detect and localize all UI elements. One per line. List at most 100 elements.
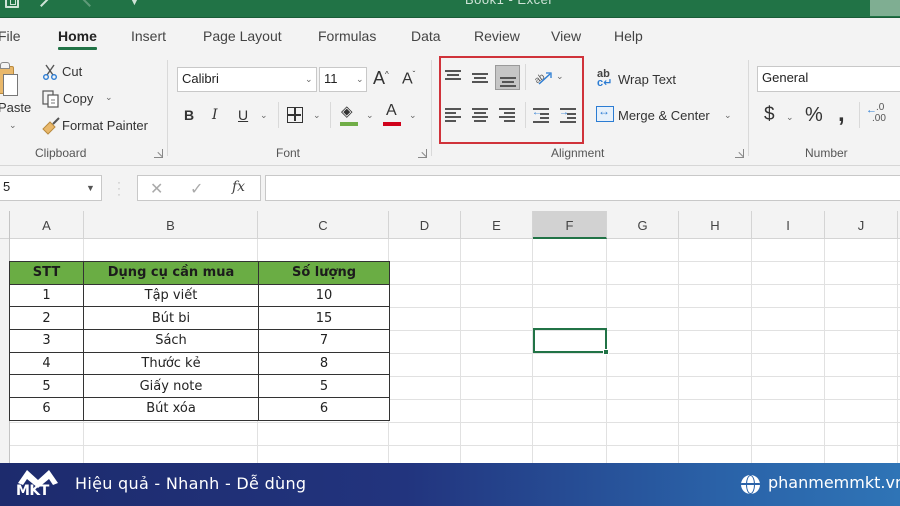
bold-button[interactable]: B	[184, 107, 194, 123]
tab-home[interactable]: Home	[58, 28, 97, 50]
column-header-a[interactable]: A	[10, 211, 84, 239]
group-divider	[431, 60, 432, 156]
orientation-icon[interactable]: ab	[533, 68, 553, 86]
font-color-dropdown-icon[interactable]: ⌄	[409, 110, 417, 121]
cell-quantity[interactable]: 15	[258, 306, 390, 331]
merge-center-button[interactable]: Merge & Center	[618, 108, 710, 123]
orientation-dropdown-icon[interactable]: ⌄	[556, 71, 564, 82]
cell-item[interactable]: Bút xóa	[83, 397, 259, 421]
merge-center-dropdown-icon[interactable]: ⌄	[724, 110, 732, 121]
select-all-corner[interactable]	[0, 211, 10, 239]
underline-button[interactable]: U	[238, 107, 248, 123]
tab-review[interactable]: Review	[474, 28, 520, 44]
column-header-c[interactable]: C	[258, 211, 389, 239]
middle-align-icon[interactable]	[469, 66, 491, 88]
tab-file[interactable]: File	[0, 28, 21, 44]
column-header-j[interactable]: J	[825, 211, 898, 239]
cell-stt[interactable]: 3	[9, 329, 84, 353]
currency-button[interactable]: $	[764, 104, 775, 126]
cell-item[interactable]: Thước kẻ	[83, 351, 259, 376]
italic-button[interactable]: I	[212, 107, 218, 123]
cancel-icon[interactable]: ✕	[150, 179, 163, 199]
ribbon-display-options-button[interactable]	[870, 0, 900, 16]
tab-help[interactable]: Help	[614, 28, 643, 44]
font-name-dropdown-icon[interactable]: ⌄	[305, 74, 313, 85]
tab-insert[interactable]: Insert	[131, 28, 166, 44]
increase-decimal-button[interactable]: ← .0 .00	[866, 102, 896, 128]
column-header-d[interactable]: D	[389, 211, 461, 239]
column-header-f[interactable]: F	[533, 211, 607, 239]
cell-quantity[interactable]: 7	[258, 329, 390, 353]
cell-quantity[interactable]: 5	[258, 374, 390, 399]
cell-quantity[interactable]: 6	[258, 397, 390, 421]
font-name-select[interactable]: Calibri	[177, 67, 317, 92]
decrease-indent-icon[interactable]: ←	[530, 104, 552, 126]
name-box-dropdown-icon[interactable]: ▼	[86, 183, 95, 193]
enter-icon[interactable]: ✓	[190, 179, 203, 199]
font-dialog-launcher-icon[interactable]	[418, 149, 427, 158]
align-left-icon[interactable]	[442, 104, 464, 126]
column-header-b[interactable]: B	[84, 211, 258, 239]
fill-color-dropdown-icon[interactable]: ⌄	[366, 110, 374, 121]
cut-button[interactable]: Cut	[62, 64, 82, 79]
align-center-icon[interactable]	[469, 104, 491, 126]
wrap-text-button[interactable]: Wrap Text	[618, 72, 676, 87]
font-size-dropdown-icon[interactable]: ⌄	[356, 74, 364, 85]
font-color-button[interactable]: A	[386, 102, 397, 120]
cell-item[interactable]: Giấy note	[83, 374, 259, 399]
copy-dropdown-icon[interactable]: ⌄	[105, 92, 113, 103]
column-header-g[interactable]: G	[607, 211, 679, 239]
tab-page-layout[interactable]: Page Layout	[203, 28, 282, 44]
alignment-dialog-launcher-icon[interactable]	[735, 149, 744, 158]
column-header-h[interactable]: H	[679, 211, 752, 239]
active-cell-selection[interactable]	[533, 328, 609, 355]
increase-font-size-button[interactable]: A^	[373, 68, 389, 89]
cell-stt[interactable]: 5	[9, 374, 84, 399]
cell-stt[interactable]: 2	[9, 306, 84, 331]
redo-icon[interactable]	[81, 0, 91, 7]
underline-dropdown-icon[interactable]: ⌄	[260, 110, 268, 121]
borders-icon[interactable]	[287, 107, 303, 123]
header-item[interactable]: Dụng cụ cần mua	[83, 261, 259, 285]
tab-data[interactable]: Data	[411, 28, 441, 44]
number-format-select[interactable]: General	[757, 66, 900, 92]
increase-indent-icon[interactable]: →	[557, 104, 579, 126]
fill-handle[interactable]	[603, 349, 609, 355]
paste-button[interactable]: Paste	[0, 100, 31, 115]
tab-view[interactable]: View	[551, 28, 581, 44]
cell-stt[interactable]: 1	[9, 283, 84, 308]
cell-quantity[interactable]: 8	[258, 351, 390, 376]
website-link[interactable]: phanmemmkt.vn	[768, 473, 900, 492]
clipboard-dialog-launcher-icon[interactable]	[154, 149, 163, 158]
cell-item[interactable]: Tập viết	[83, 283, 259, 308]
header-stt[interactable]: STT	[9, 261, 84, 285]
paste-icon[interactable]	[0, 60, 26, 96]
column-header-e[interactable]: E	[461, 211, 533, 239]
percent-button[interactable]: %	[805, 104, 823, 127]
format-painter-button[interactable]: Format Painter	[62, 118, 148, 133]
cell-stt[interactable]: 6	[9, 397, 84, 421]
formula-bar-grip-icon[interactable]: · · ·	[117, 176, 121, 200]
copy-button[interactable]: Copy	[63, 91, 93, 106]
cell-item[interactable]: Sách	[83, 329, 259, 353]
header-quantity[interactable]: Số lượng	[258, 261, 390, 285]
decrease-font-size-button[interactable]: Aˇ	[402, 70, 415, 88]
cell-item[interactable]: Bút bi	[83, 306, 259, 331]
save-icon[interactable]	[5, 0, 19, 8]
comma-style-button[interactable]: ,	[838, 100, 845, 128]
formula-input[interactable]	[265, 175, 900, 201]
insert-function-icon[interactable]: fx	[232, 179, 245, 195]
borders-dropdown-icon[interactable]: ⌄	[313, 110, 321, 121]
undo-icon[interactable]	[40, 0, 50, 7]
paste-dropdown-icon[interactable]: ⌄	[9, 120, 17, 131]
currency-dropdown-icon[interactable]: ⌄	[786, 112, 794, 123]
cell-quantity[interactable]: 10	[258, 283, 390, 308]
customize-quick-access-icon[interactable]: ▼	[130, 0, 139, 7]
bottom-align-icon[interactable]	[495, 65, 520, 90]
tab-formulas[interactable]: Formulas	[318, 28, 376, 44]
cell-stt[interactable]: 4	[9, 351, 84, 376]
top-align-icon[interactable]	[442, 66, 464, 88]
fill-color-icon[interactable]: ◈	[341, 102, 353, 120]
align-right-icon[interactable]	[496, 104, 518, 126]
column-header-i[interactable]: I	[752, 211, 825, 239]
